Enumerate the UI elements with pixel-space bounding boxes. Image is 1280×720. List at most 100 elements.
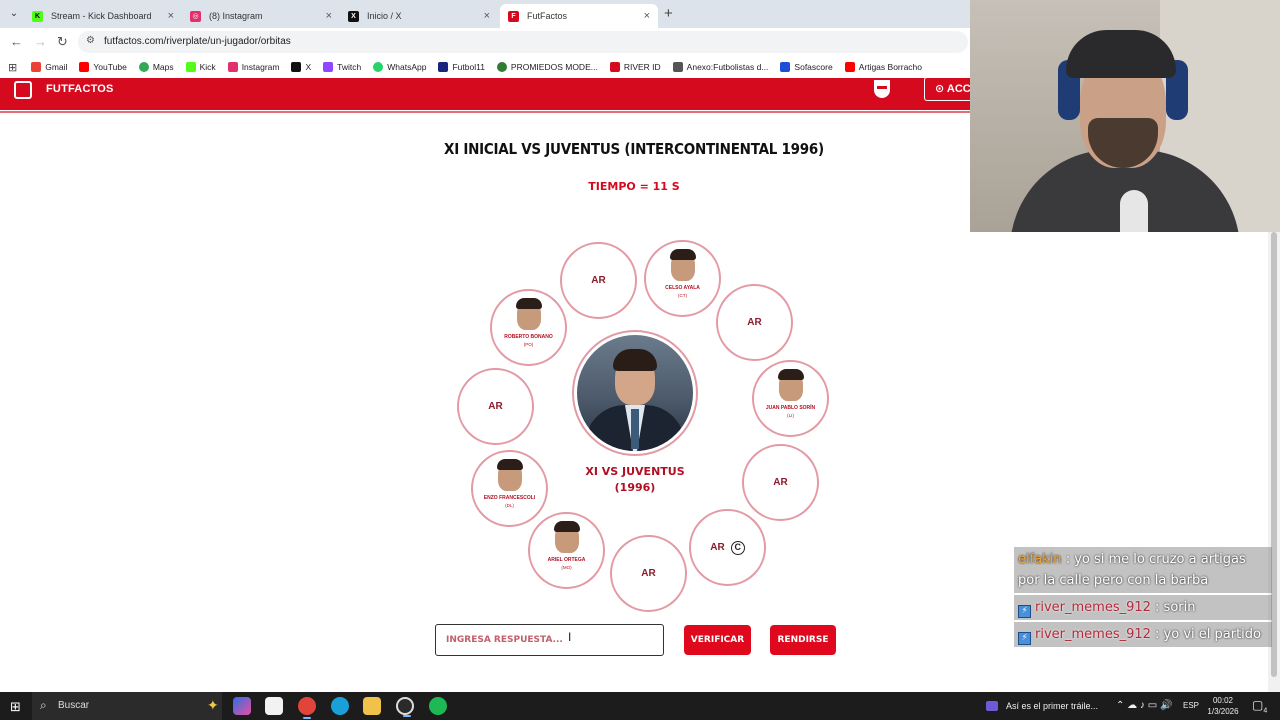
hidden-player-label: AR	[710, 542, 725, 553]
bookmark-label: WhatsApp	[387, 62, 427, 72]
youtube-icon	[844, 62, 855, 72]
text-cursor-icon: I	[568, 630, 572, 644]
language-indicator[interactable]: ESP	[1183, 701, 1199, 710]
tab-instagram[interactable]: ◎ (8) Instagram ×	[182, 4, 340, 28]
edge-icon[interactable]	[331, 697, 349, 715]
orbit-slot-hidden: AR	[457, 368, 534, 445]
microphone-icon	[1120, 190, 1148, 232]
tab-x-home[interactable]: X Inicio / X ×	[340, 4, 498, 28]
whatsapp-icon	[373, 62, 384, 72]
bookmark-river-id[interactable]: RIVER ID	[609, 62, 661, 72]
site-info-icon[interactable]: ⚙	[86, 35, 95, 46]
bookmark-maps[interactable]: Maps	[138, 62, 174, 72]
hidden-player-label: AR	[488, 401, 503, 412]
chat-username: river_memes_912	[1035, 627, 1151, 642]
close-icon[interactable]: ×	[644, 10, 650, 22]
player-photo	[669, 249, 696, 281]
media-notification[interactable]: Así es el primer tráile...	[986, 692, 1098, 720]
forward-arrow-icon[interactable]: →	[34, 34, 47, 49]
chat-username: elfakin	[1018, 552, 1062, 567]
bookmark-label: Anexo:Futbolistas d...	[686, 62, 769, 72]
tab-futfactos[interactable]: F FutFactos ×	[500, 4, 658, 28]
obs-icon[interactable]	[396, 697, 414, 717]
reload-icon[interactable]: ↻	[57, 34, 68, 50]
windows-taskbar: ⊞ ⌕ Buscar ✦ Así es el primer tráile... …	[0, 692, 1280, 720]
notification-text: Así es el primer tráile...	[1006, 701, 1099, 711]
sofascore-icon	[780, 62, 791, 72]
browser-tab-strip: ⌄ K Stream - Kick Dashboard × ◎ (8) Inst…	[0, 0, 970, 28]
back-arrow-icon[interactable]: ←	[10, 34, 23, 49]
site-header: FUTFACTOS ⊙ ACCEDER	[0, 77, 984, 113]
notification-bell-icon[interactable]: ▢4	[1252, 698, 1267, 714]
bookmark-youtube[interactable]: YouTube	[79, 62, 127, 72]
bookmark-label: Kick	[199, 62, 216, 72]
store-icon[interactable]	[265, 697, 283, 715]
search-icon: ⌕	[40, 698, 47, 712]
bookmark-label: Maps	[152, 62, 174, 72]
bookmark-instagram[interactable]: Instagram	[227, 62, 279, 72]
gmail-icon	[31, 62, 42, 72]
taskbar-clock[interactable]: 00:02 1/3/2026	[1202, 695, 1244, 717]
photo-tie	[631, 409, 639, 449]
x-icon: X	[348, 10, 359, 22]
player-name: CELSO AYALA	[665, 285, 700, 291]
tab-search-chevron-icon[interactable]: ⌄	[6, 6, 22, 22]
close-icon[interactable]: ×	[484, 10, 490, 22]
chrome-icon[interactable]	[298, 697, 316, 719]
site-logo-text[interactable]: FUTFACTOS	[46, 83, 114, 95]
apps-grid-icon[interactable]: ⊞	[8, 61, 17, 74]
hidden-player-label: AR	[747, 317, 762, 328]
address-bar[interactable]: ⚙ futfactos.com/riverplate/un-jugador/or…	[78, 31, 968, 53]
cam-cap	[1066, 30, 1176, 78]
surrender-button[interactable]: RENDIRSE	[770, 625, 836, 655]
clock-time: 00:02	[1212, 696, 1234, 705]
futfactos-icon: F	[508, 10, 519, 22]
futbol11-icon	[438, 62, 449, 72]
clock-date: 1/3/2026	[1207, 707, 1239, 716]
instagram-icon: ◎	[190, 10, 201, 22]
spotify-icon[interactable]	[429, 697, 447, 715]
close-icon[interactable]: ×	[326, 10, 332, 22]
close-icon[interactable]: ×	[168, 10, 174, 22]
player-photo	[515, 298, 542, 330]
orbit-slot-hidden: AR	[560, 242, 637, 319]
verify-button[interactable]: VERIFICAR	[684, 625, 751, 655]
chat-message: ⚡ river_memes_912 : yo vi el partido	[1014, 622, 1272, 647]
taskbar-search[interactable]: ⌕ Buscar ✦	[32, 692, 222, 720]
bookmark-futbol11[interactable]: Futbol11	[438, 62, 485, 72]
maps-icon	[138, 62, 149, 72]
bookmark-promiedos[interactable]: PROMIEDOS MODE...	[496, 62, 598, 72]
player-name: ROBERTO BONANO	[504, 334, 553, 340]
bookmark-kick[interactable]: Kick	[185, 62, 216, 72]
center-player-photo	[572, 330, 698, 456]
system-tray-icons[interactable]: ⌃ ☁ ♪ ▭ 🔊	[1116, 700, 1172, 711]
answer-input[interactable]	[435, 624, 664, 656]
bookmark-wikipedia[interactable]: Anexo:Futbolistas d...	[672, 62, 769, 72]
promiedos-icon	[496, 62, 507, 72]
bookmark-twitch[interactable]: Twitch	[323, 62, 361, 72]
bookmark-label: PROMIEDOS MODE...	[510, 62, 598, 72]
x-icon	[291, 62, 302, 72]
center-label: XI VS JUVENTUS (1996)	[0, 464, 1270, 496]
hidden-player-label-wrap: AR C	[691, 511, 764, 584]
bookmark-artigas[interactable]: Artigas Borracho	[844, 62, 922, 72]
new-tab-icon[interactable]: +	[664, 5, 673, 22]
bookmark-x[interactable]: X	[291, 62, 311, 72]
player-photo	[777, 369, 804, 401]
subscriber-badge-icon: ⚡	[1018, 632, 1031, 645]
chat-message: elfakin : yo si me lo cruzo a artigas po…	[1014, 547, 1272, 593]
player-name: JUAN PABLO SORÍN	[765, 405, 816, 411]
twitch-icon	[323, 62, 334, 72]
river-crest-icon[interactable]	[874, 80, 890, 98]
folder-icon[interactable]	[363, 697, 381, 715]
bookmark-sofascore[interactable]: Sofascore	[780, 62, 833, 72]
player-position: (CT)	[678, 293, 687, 298]
notification-count: 4	[1263, 707, 1268, 715]
futfactos-logo-icon[interactable]	[14, 81, 32, 99]
bookmark-whatsapp[interactable]: WhatsApp	[373, 62, 426, 72]
windows-start-icon[interactable]: ⊞	[10, 699, 21, 715]
bookmark-gmail[interactable]: Gmail	[31, 62, 67, 72]
tab-kick-dashboard[interactable]: K Stream - Kick Dashboard ×	[24, 4, 182, 28]
orbit-slot-hidden: AR C	[689, 509, 766, 586]
copilot-icon[interactable]	[233, 697, 251, 715]
